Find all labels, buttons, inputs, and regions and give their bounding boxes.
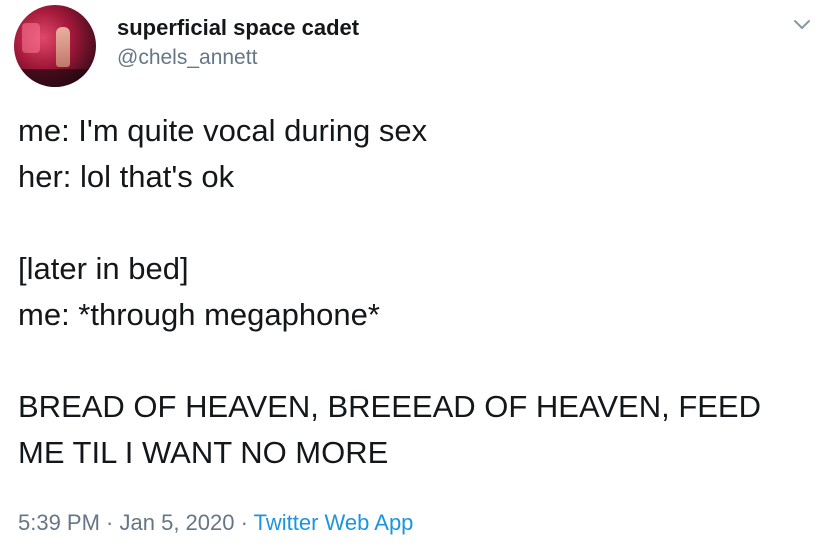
chevron-down-icon[interactable] [791, 14, 813, 36]
tweet-time[interactable]: 5:39 PM [18, 510, 100, 535]
meta-separator: · [234, 510, 254, 535]
tweet: superficial space cadet @chels_annett me… [0, 0, 821, 558]
avatar-background-light [22, 23, 40, 53]
meta-separator: · [99, 510, 120, 535]
avatar-person [56, 27, 70, 67]
tweet-source-link[interactable]: Twitter Web App [254, 510, 414, 535]
tweet-meta: 5:39 PM · Jan 5, 2020 · Twitter Web App [18, 510, 413, 536]
avatar-floor [14, 69, 96, 87]
user-handle[interactable]: @chels_annett [117, 46, 257, 70]
tweet-date[interactable]: Jan 5, 2020 [120, 510, 235, 535]
display-name[interactable]: superficial space cadet [117, 15, 359, 41]
tweet-text: me: I'm quite vocal during sex her: lol … [18, 113, 762, 470]
avatar[interactable] [14, 5, 96, 87]
